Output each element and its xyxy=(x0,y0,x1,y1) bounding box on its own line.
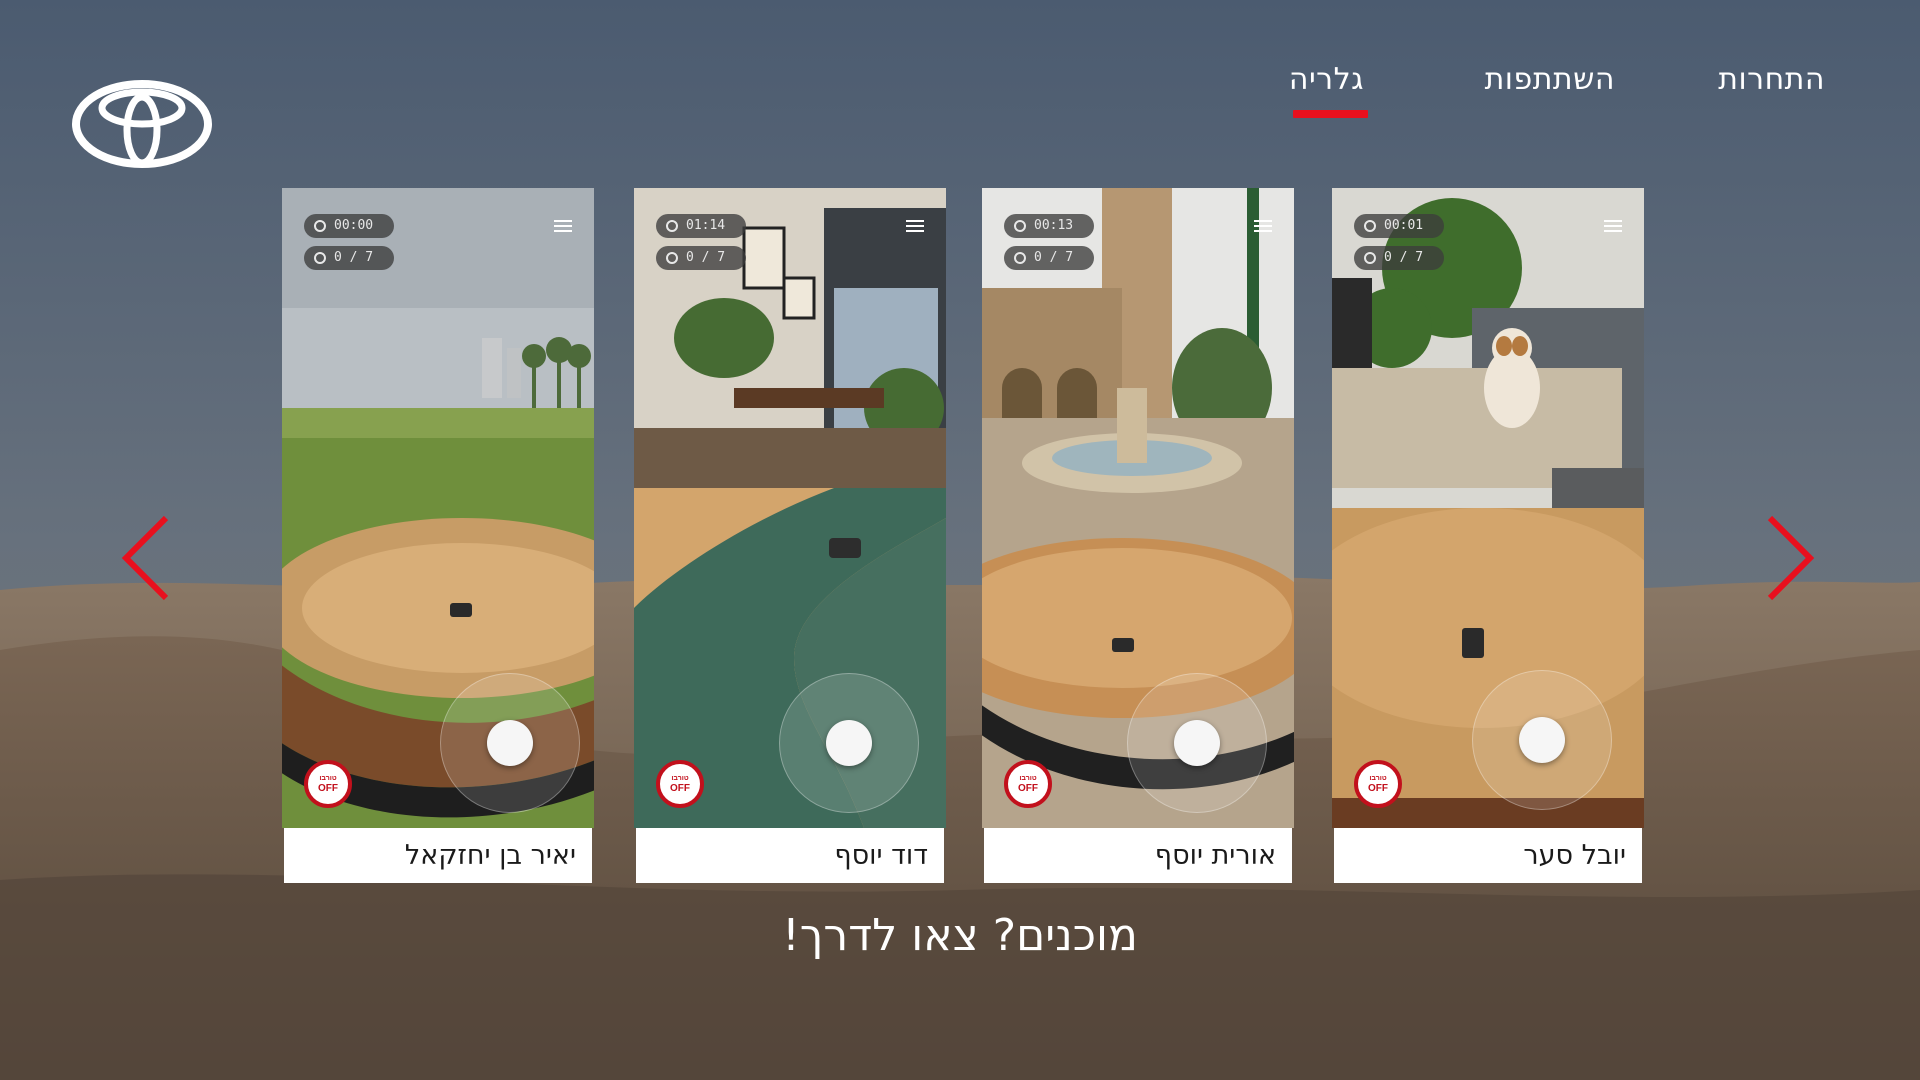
clock-icon xyxy=(314,220,326,232)
timer-badge: 00:13 xyxy=(1004,214,1094,238)
timer-badge: 00:00 xyxy=(304,214,394,238)
tagline: מוכנים? צאו לדרך! xyxy=(782,910,1138,961)
menu-icon xyxy=(906,220,924,232)
player-name: יאיר בן יחזקאל xyxy=(284,828,592,883)
timer-badge: 01:14 xyxy=(656,214,746,238)
clock-icon xyxy=(1364,220,1376,232)
score-badge: 0 / 7 xyxy=(1004,246,1094,270)
gallery-card[interactable]: 00:00 0 / 7 טורבו OFF יאיר בן יחזקאל xyxy=(282,188,594,883)
menu-icon xyxy=(1604,220,1622,232)
score-badge: 0 / 7 xyxy=(304,246,394,270)
gameplay-screenshot: 00:00 0 / 7 טורבו OFF xyxy=(282,188,594,828)
car-icon xyxy=(1364,252,1376,264)
gameplay-screenshot: 00:13 0 / 7 טורבו OFF xyxy=(982,188,1294,828)
timer-badge: 00:01 xyxy=(1354,214,1444,238)
gameplay-screenshot: 00:01 0 / 7 טורבו OFF xyxy=(1332,188,1644,828)
turbo-button: טורבו OFF xyxy=(304,760,352,808)
nav-participation-label: השתתפות xyxy=(1484,62,1615,97)
nav-participation[interactable]: השתתפות xyxy=(1485,62,1615,97)
main-nav: התחרות השתתפות גלריה xyxy=(1225,62,1825,122)
nav-gallery[interactable]: גלריה xyxy=(1288,62,1368,118)
nav-competition-label: התחרות xyxy=(1718,62,1825,97)
turbo-button: טורבו OFF xyxy=(656,760,704,808)
clock-icon xyxy=(1014,220,1026,232)
car-icon xyxy=(666,252,678,264)
score-badge: 0 / 7 xyxy=(1354,246,1444,270)
chevron-left-icon[interactable] xyxy=(118,510,174,606)
gameplay-screenshot: 01:14 0 / 7 טורבו OFF xyxy=(634,188,946,828)
nav-gallery-label: גלריה xyxy=(1288,62,1364,97)
turbo-button: טורבו OFF xyxy=(1004,760,1052,808)
chevron-right-icon[interactable] xyxy=(1762,510,1818,606)
player-name: אורית יוסף xyxy=(984,828,1292,883)
joystick-knob xyxy=(1174,720,1220,766)
turbo-button: טורבו OFF xyxy=(1354,760,1402,808)
player-name: יובל סער xyxy=(1334,828,1642,883)
active-tab-indicator xyxy=(1292,110,1368,118)
car-icon xyxy=(314,252,326,264)
menu-icon xyxy=(1254,220,1272,232)
joystick-knob xyxy=(487,720,533,766)
gallery-card[interactable]: 00:13 0 / 7 טורבו OFF אורית יוסף xyxy=(982,188,1294,883)
gallery-card[interactable]: 01:14 0 / 7 טורבו OFF דוד יוסף xyxy=(634,188,946,883)
joystick-knob xyxy=(1519,717,1565,763)
joystick-knob xyxy=(826,720,872,766)
nav-competition[interactable]: התחרות xyxy=(1718,62,1825,97)
player-name: דוד יוסף xyxy=(636,828,944,883)
gallery-card[interactable]: 00:01 0 / 7 טורבו OFF יובל סער xyxy=(1332,188,1644,883)
score-badge: 0 / 7 xyxy=(656,246,746,270)
menu-icon xyxy=(554,220,572,232)
clock-icon xyxy=(666,220,678,232)
car-icon xyxy=(1014,252,1026,264)
toyota-logo[interactable] xyxy=(70,78,214,170)
